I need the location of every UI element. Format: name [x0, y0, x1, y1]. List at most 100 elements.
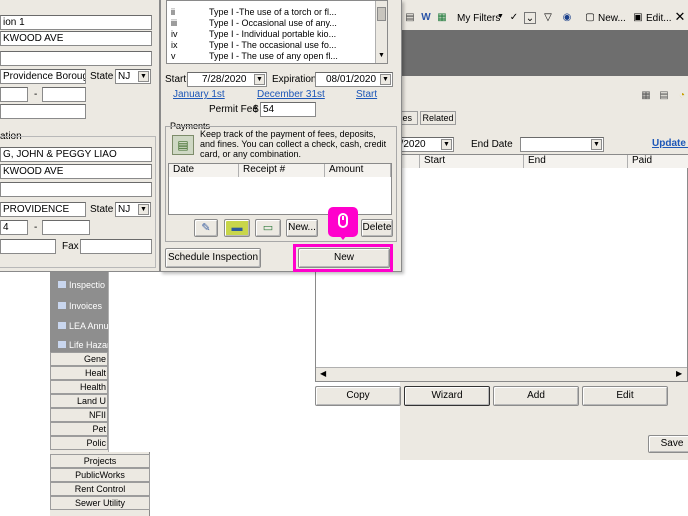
module-tab-land-use[interactable]: Land U	[50, 394, 108, 408]
payment-col-date[interactable]: Date	[169, 164, 239, 177]
type-list-row[interactable]: iii Type I - Occasional use of any...	[171, 18, 371, 29]
phone-area-field[interactable]: 4	[0, 220, 28, 235]
payments-icon: ▤	[172, 135, 194, 155]
check-icon: ✎	[201, 222, 211, 234]
owner-city-field[interactable]: PROVIDENCE	[0, 202, 86, 217]
new-button[interactable]: New...	[598, 13, 626, 24]
grid-col-paid[interactable]: Paid	[628, 155, 688, 168]
chevron-down-icon[interactable]: ▼	[380, 74, 391, 85]
module-tab-rent-control[interactable]: Rent Control	[50, 482, 150, 496]
zip-field[interactable]	[0, 87, 28, 102]
city-field[interactable]: Providence Borough	[0, 69, 86, 84]
grid-col-start[interactable]: Start	[420, 155, 524, 168]
module-tab-nfi[interactable]: NFII	[50, 408, 108, 422]
zip-ext-field[interactable]	[42, 87, 86, 102]
module-tab-general[interactable]: Gene	[50, 352, 108, 366]
excel-icon[interactable]: ▦	[436, 12, 448, 24]
filter-icon[interactable]: ⌄	[524, 12, 536, 24]
payments-table[interactable]: Date Receipt # Amount	[168, 163, 392, 215]
start-date-picker[interactable]: 7/28/2020 ▼	[187, 72, 267, 87]
close-icon[interactable]: ✕	[674, 10, 686, 23]
save-button[interactable]: Save	[648, 435, 688, 453]
type-list-row[interactable]: ix Type I - The occasional use fo...	[171, 40, 371, 51]
address-line2-field[interactable]	[0, 51, 152, 66]
cash-payment-button[interactable]: ▬	[224, 219, 250, 237]
chevron-down-icon[interactable]: ▼	[138, 204, 149, 215]
scroll-right-icon[interactable]: ▶	[676, 369, 682, 378]
search-icon[interactable]: ◉	[561, 12, 573, 24]
type-list-row[interactable]: iv Type I - Individual portable kio...	[171, 29, 371, 40]
state-select[interactable]: NJ ▼	[115, 69, 151, 84]
print-icon[interactable]: ▤	[658, 90, 670, 102]
owner-address2-field[interactable]	[0, 182, 152, 197]
scroll-left-icon[interactable]: ◀	[320, 369, 326, 378]
add-button[interactable]: Add	[493, 386, 579, 406]
check-payment-button[interactable]: ✎	[194, 219, 218, 237]
end-date-filter[interactable]: ▼	[520, 137, 604, 152]
owner-address-field[interactable]: KWOOD AVE	[0, 164, 152, 179]
type-list[interactable]: ii Type I -The use of a torch or fl... ii…	[166, 0, 388, 64]
tab-related[interactable]: Related	[420, 111, 456, 125]
module-tab-publicworks[interactable]: PublicWorks	[50, 468, 150, 482]
edit-button[interactable]: Edit...	[646, 13, 672, 24]
copy-button[interactable]: Copy	[315, 386, 401, 406]
fax-field[interactable]	[80, 239, 152, 254]
extra-field[interactable]	[0, 104, 86, 119]
phone-ext-field[interactable]	[0, 239, 56, 254]
nav-item-life-hazard[interactable]: Life Hazar	[58, 340, 108, 350]
type-list-row[interactable]: v Type I - The use of any open fl...	[171, 51, 371, 62]
click-highlight-box	[293, 244, 393, 272]
grid-icon	[58, 302, 66, 309]
chevron-down-icon[interactable]: ▼	[441, 139, 452, 150]
clock-icon[interactable]: ◔	[676, 90, 688, 102]
module-tab-health2[interactable]: Health	[50, 380, 108, 394]
vertical-scrollbar[interactable]: ▼	[375, 1, 387, 63]
january-1st-link[interactable]: January 1st	[173, 89, 225, 100]
phone-dash: -	[34, 222, 38, 233]
delete-payment-button[interactable]: Delete	[361, 219, 393, 237]
horizontal-scrollbar[interactable]: ◀ ▶	[316, 367, 687, 381]
module-tab-projects[interactable]: Projects	[50, 454, 150, 468]
chevron-down-icon[interactable]: ▼	[591, 139, 602, 150]
nav-item-inspections[interactable]: Inspectio	[58, 280, 108, 294]
phone-number-field[interactable]	[42, 220, 90, 235]
module-tab-police[interactable]: Polic	[50, 436, 108, 450]
payment-col-receipt[interactable]: Receipt #	[239, 164, 325, 177]
word-icon[interactable]: W	[420, 12, 432, 24]
december-31st-link[interactable]: December 31st	[257, 89, 325, 100]
credit-card-button[interactable]: ▭	[255, 219, 281, 237]
name-field[interactable]: ion 1	[0, 15, 152, 30]
type-list-row[interactable]: ii Type I -The use of a torch or fl...	[171, 7, 371, 18]
nav-item-lea[interactable]: LEA Annu	[58, 321, 108, 335]
schedule-inspection-button[interactable]: Schedule Inspection	[165, 248, 261, 268]
permit-fee-input[interactable]: 54	[260, 102, 316, 117]
module-tab-health1[interactable]: Healt	[50, 366, 108, 380]
edit-grid-button[interactable]: Edit	[582, 386, 668, 406]
owner-state-select[interactable]: NJ ▼	[115, 202, 151, 217]
scroll-thumb[interactable]	[377, 7, 386, 21]
start-link[interactable]: Start	[356, 89, 377, 100]
expiration-date-picker[interactable]: 08/01/2020 ▼	[315, 72, 393, 87]
printer-icon[interactable]: ▤	[404, 12, 416, 24]
module-tab-sewer-utility[interactable]: Sewer Utility	[50, 496, 150, 510]
chevron-down-icon[interactable]: ▼	[138, 71, 149, 82]
update-link[interactable]: Update S	[652, 138, 688, 149]
module-tab-pet[interactable]: Pet	[50, 422, 108, 436]
payment-col-amount[interactable]: Amount	[325, 164, 391, 177]
new-payment-button[interactable]: New...	[286, 219, 318, 237]
fax-label: Fax	[62, 241, 79, 252]
dropdown-arrow-icon: ▼	[497, 13, 504, 20]
filter-check-icon[interactable]: ✓	[508, 12, 520, 24]
grid-col-end[interactable]: End	[524, 155, 628, 168]
calculator-icon[interactable]: ▦	[640, 90, 652, 102]
my-filters-menu[interactable]: My Filters	[457, 13, 500, 24]
nav-item-invoices[interactable]: Invoices	[58, 301, 108, 315]
state-label: State	[90, 71, 114, 82]
owner-state-label: State	[90, 204, 114, 215]
address-field[interactable]: KWOOD AVE	[0, 31, 152, 46]
scroll-down-icon[interactable]: ▼	[378, 52, 385, 59]
owner-name-field[interactable]: G, JOHN & PEGGY LIAO	[0, 147, 152, 162]
wizard-button[interactable]: Wizard	[404, 386, 490, 406]
chevron-down-icon[interactable]: ▼	[254, 74, 265, 85]
funnel-icon[interactable]: ▽	[542, 12, 554, 24]
